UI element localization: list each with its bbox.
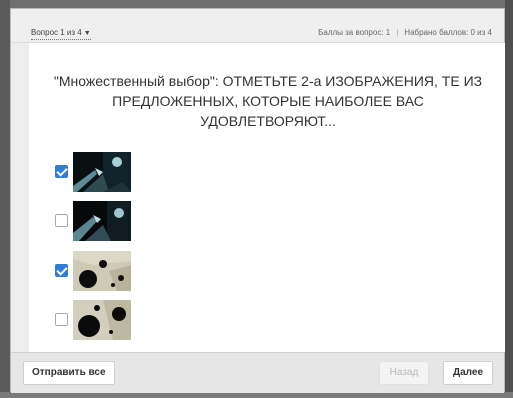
score-info: Баллы за вопрос: 1 | Набрано баллов: 0 и… (318, 28, 492, 38)
checkbox-1[interactable] (55, 165, 68, 178)
option-image-4[interactable] (73, 300, 131, 340)
quiz-window: Вопрос 1 из 4 ▼ Баллы за вопрос: 1 | Набр… (10, 8, 505, 393)
question-selector-label: Вопрос 1 из 4 (31, 28, 82, 37)
score-divider: | (396, 28, 399, 37)
option-image-1[interactable] (73, 152, 131, 192)
question-panel: "Множественный выбор": ОТМЕТЬТЕ 2-а ИЗОБ… (29, 43, 505, 352)
checkbox-4[interactable] (55, 313, 68, 326)
quiz-topbar: Вопрос 1 из 4 ▼ Баллы за вопрос: 1 | Набр… (11, 9, 504, 43)
answer-option-4[interactable] (51, 300, 161, 340)
quiz-footer: Отправить все Назад Далее (11, 352, 504, 393)
option-image-2[interactable] (73, 201, 131, 241)
checkbox-3[interactable] (55, 264, 68, 277)
caret-down-icon: ▼ (83, 30, 91, 37)
checkbox-2[interactable] (55, 214, 68, 227)
answer-option-1[interactable] (51, 152, 161, 192)
window-frame-left (0, 0, 10, 398)
submit-all-button[interactable]: Отправить все (23, 361, 115, 385)
question-selector[interactable]: Вопрос 1 из 4 ▼ (31, 28, 91, 40)
answer-option-2[interactable] (51, 201, 161, 241)
next-button[interactable]: Далее (443, 361, 493, 385)
back-button[interactable]: Назад (379, 361, 429, 385)
question-text: "Множественный выбор": ОТМЕТЬТЕ 2-а ИЗОБ… (53, 73, 483, 129)
window-frame-right (505, 0, 513, 398)
points-per-question: Баллы за вопрос: 1 (318, 28, 391, 37)
points-total: Набрано баллов: 0 из 4 (404, 28, 492, 37)
option-image-3[interactable] (73, 251, 131, 291)
answer-option-3[interactable] (51, 251, 161, 291)
